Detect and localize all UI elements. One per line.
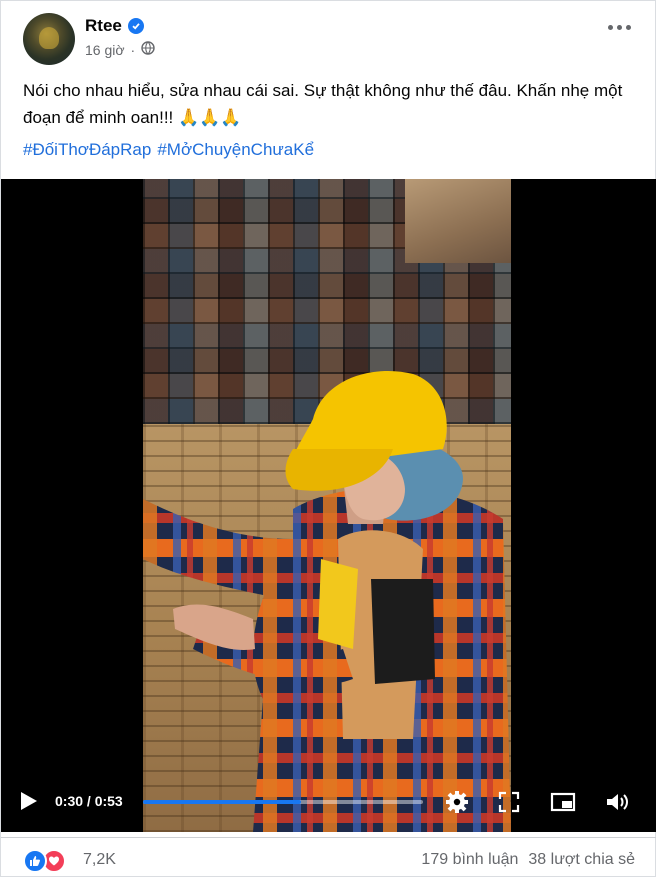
verified-icon	[127, 18, 144, 34]
post-card: Rtee 16 giờ · Nói cho nhau hiểu, sửa nha…	[0, 0, 656, 877]
comment-count[interactable]: 179 bình luận	[421, 851, 518, 869]
play-icon[interactable]	[21, 792, 37, 810]
post-meta: 16 giờ ·	[85, 41, 155, 58]
engagement-stats: 179 bình luận 38 lượt chia sẻ	[421, 851, 635, 869]
reaction-count[interactable]: 7,2K	[83, 851, 116, 869]
share-count[interactable]: 38 lượt chia sẻ	[528, 851, 635, 869]
reactions-summary[interactable]	[23, 849, 66, 873]
like-reaction-icon	[23, 849, 47, 873]
divider	[1, 837, 656, 838]
globe-icon	[141, 41, 155, 58]
author-row: Rtee	[85, 16, 144, 36]
post-caption: Nói cho nhau hiểu, sửa nhau cái sai. Sự …	[23, 81, 623, 127]
volume-icon[interactable]	[603, 788, 631, 816]
more-icon[interactable]	[608, 25, 631, 30]
video-frame	[143, 179, 511, 832]
separator-dot: ·	[130, 41, 136, 58]
video-subject-image	[143, 371, 511, 832]
video-progress-bar[interactable]	[143, 800, 423, 804]
fullscreen-icon[interactable]	[495, 788, 523, 816]
hashtags: #ĐốiThơĐápRap #MởChuyệnChưaKể	[23, 140, 314, 160]
hashtag-link[interactable]: #MởChuyệnChưaKể	[157, 140, 314, 160]
pip-icon[interactable]	[549, 788, 577, 816]
settings-icon[interactable]	[443, 788, 471, 816]
video-time: 0:30 / 0:53	[55, 793, 123, 809]
hashtag-link[interactable]: #ĐốiThơĐápRap	[23, 140, 151, 160]
video-progress-fill	[143, 800, 302, 804]
author-avatar[interactable]	[23, 13, 75, 65]
video-player[interactable]: 0:30 / 0:53	[1, 179, 656, 832]
post-time[interactable]: 16 giờ	[85, 42, 125, 58]
video-controls: 0:30 / 0:53	[1, 776, 656, 832]
author-name[interactable]: Rtee	[85, 16, 122, 36]
